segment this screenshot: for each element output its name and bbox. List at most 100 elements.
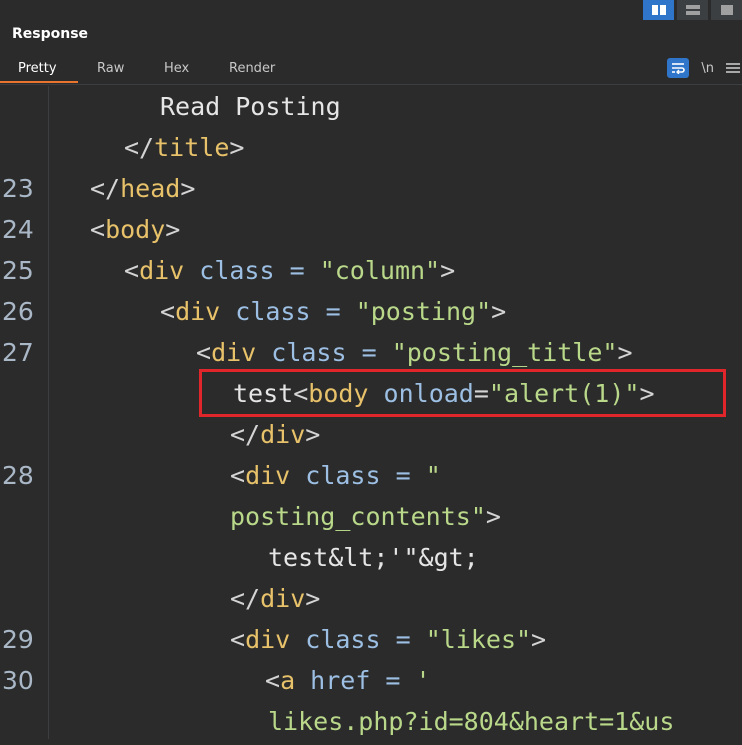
line-number: [0, 86, 50, 127]
code-token: "likes": [425, 625, 532, 654]
single-pane-layout-button[interactable]: [711, 0, 742, 20]
code-token: <: [90, 215, 106, 244]
code-line: </title>: [124, 127, 244, 168]
code-token: div: [245, 625, 291, 654]
line-number: [0, 537, 50, 578]
code-line: <a href = ': [265, 660, 431, 701]
code-token: test: [233, 379, 294, 408]
bottom-bar: [0, 739, 742, 745]
code-token: class =: [184, 256, 320, 285]
code-token: <: [265, 666, 281, 695]
code-line: <div class = "posting">: [160, 291, 506, 332]
code-token: likes.php?id=804&heart=1&us: [268, 707, 675, 736]
code-token: "posting_title": [391, 338, 618, 367]
code-line: test<body onload="alert(1)">: [233, 373, 655, 414]
code-token: a: [280, 666, 296, 695]
line-number: 27: [2, 338, 34, 367]
code-token: class =: [290, 625, 426, 654]
code-token: "posting": [355, 297, 492, 326]
code-token: >: [180, 174, 196, 203]
code-token: <: [124, 256, 140, 285]
code-token: >: [531, 625, 547, 654]
code-token: class =: [220, 297, 356, 326]
line-number: 24: [2, 215, 34, 244]
line-number: [0, 414, 50, 455]
code-token: href =: [295, 666, 416, 695]
code-token: div: [139, 256, 185, 285]
word-wrap-button[interactable]: [667, 58, 690, 78]
split-vertical-layout-button[interactable]: [677, 0, 708, 20]
line-number: [0, 578, 50, 619]
code-token: =: [473, 379, 489, 408]
code-line: posting_contents">: [230, 496, 501, 537]
options-menu-button[interactable]: [726, 59, 742, 78]
code-token: body: [308, 379, 369, 408]
code-token: </: [124, 133, 155, 162]
line-number: [0, 373, 50, 414]
line-number: [0, 701, 50, 740]
code-line: Read Posting: [160, 86, 341, 127]
line-number: 29: [2, 625, 34, 654]
tab-hex[interactable]: Hex: [160, 61, 193, 76]
line-number: [0, 127, 50, 168]
line-number: 30: [2, 666, 34, 695]
code-token: >: [165, 215, 181, 244]
code-token: ": [425, 461, 441, 490]
code-token: >: [305, 420, 321, 449]
split-columns-icon: [651, 5, 666, 15]
code-token: >: [485, 502, 501, 531]
line-number: 26: [2, 297, 34, 326]
line-number: 23: [2, 174, 34, 203]
code-token: div: [175, 297, 221, 326]
code-line: <div class = ": [230, 455, 441, 496]
code-token: <: [293, 379, 309, 408]
code-token: div: [260, 584, 306, 613]
code-token: </: [90, 174, 121, 203]
code-token: <: [160, 297, 176, 326]
code-token: >: [617, 338, 633, 367]
code-token: onload: [368, 379, 474, 408]
show-newlines-button[interactable]: \n: [701, 61, 714, 76]
code-token: div: [245, 461, 291, 490]
line-number: 25: [2, 256, 34, 285]
split-horizontal-layout-button[interactable]: [643, 0, 674, 20]
code-line: </div>: [230, 578, 320, 619]
code-token: <: [230, 461, 246, 490]
single-pane-icon: [720, 5, 733, 15]
code-token: div: [211, 338, 257, 367]
code-token: class =: [256, 338, 392, 367]
code-token: >: [305, 584, 321, 613]
split-rows-icon: [685, 5, 700, 15]
tab-render[interactable]: Render: [225, 61, 279, 76]
code-token: test&lt;'"&gt;: [268, 543, 479, 572]
code-token: class =: [290, 461, 426, 490]
code-token: "column": [319, 256, 441, 285]
panel-title: Response: [12, 26, 89, 42]
response-code-view[interactable]: Read Posting </title> 23 </head> 24 <body> 25 <…: [0, 86, 742, 740]
code-line: <div class = "likes">: [230, 619, 546, 660]
line-number: 28: [2, 461, 34, 490]
code-token: div: [260, 420, 306, 449]
code-token: ': [415, 666, 431, 695]
layout-buttons: [643, 0, 742, 20]
tab-raw[interactable]: Raw: [93, 61, 128, 76]
code-token: Read Posting: [160, 92, 341, 121]
code-token: >: [491, 297, 507, 326]
code-token: body: [105, 215, 166, 244]
code-token: posting_contents": [230, 502, 486, 531]
hamburger-menu-icon: [726, 62, 740, 73]
code-token: head: [120, 174, 181, 203]
code-line: test&lt;'"&gt;: [268, 537, 479, 578]
code-token: >: [639, 379, 655, 408]
editor-tools: \n: [667, 56, 742, 80]
code-token: "alert(1)": [488, 379, 640, 408]
code-line: likes.php?id=804&heart=1&us: [268, 701, 674, 740]
code-token: >: [229, 133, 245, 162]
top-bar: [0, 0, 742, 24]
code-line: </div>: [230, 414, 320, 455]
code-line: <div class = "posting_title">: [196, 332, 633, 373]
code-token: title: [154, 133, 230, 162]
tab-pretty[interactable]: Pretty: [14, 61, 61, 76]
code-token: </: [230, 584, 261, 613]
view-tabs: Pretty Raw Hex Render: [0, 58, 742, 85]
